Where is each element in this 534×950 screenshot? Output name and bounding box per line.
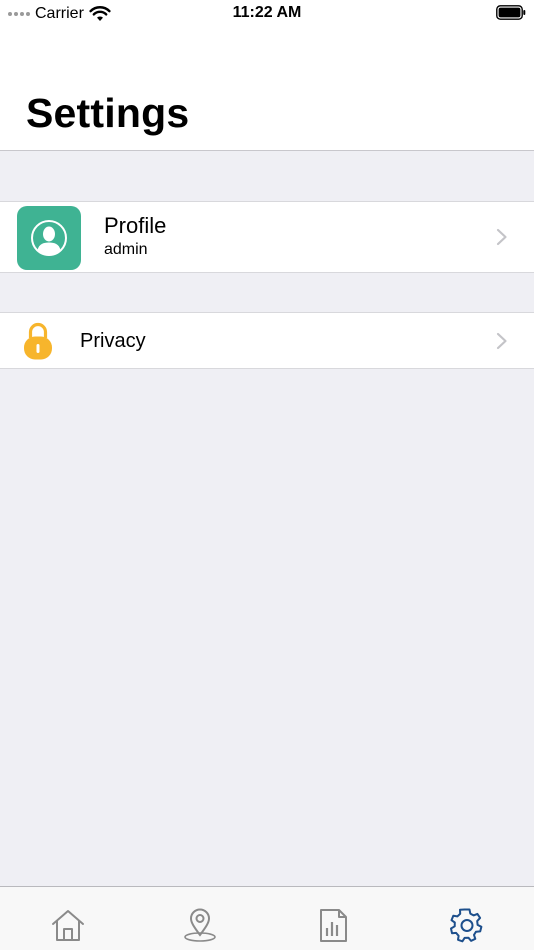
user-icon (31, 220, 67, 256)
tab-reports[interactable] (313, 905, 353, 945)
tab-home[interactable] (48, 905, 88, 945)
battery-icon (496, 5, 526, 20)
map-pin-icon (184, 908, 216, 942)
chevron-right-icon (496, 332, 507, 350)
avatar (17, 206, 81, 270)
tab-bar (0, 886, 534, 950)
privacy-label: Privacy (80, 330, 146, 352)
home-icon (52, 910, 84, 941)
tab-map[interactable] (180, 905, 220, 945)
status-bar: Carrier 11:22 AM (0, 0, 534, 28)
profile-cell[interactable]: Profile admin (0, 201, 534, 273)
profile-username: admin (104, 241, 148, 258)
report-icon (320, 909, 347, 942)
profile-title: Profile (104, 213, 167, 238)
navigation-header: Settings (0, 28, 534, 151)
lock-icon (24, 322, 52, 360)
page-title: Settings (26, 90, 190, 136)
gear-icon (450, 908, 483, 943)
chevron-right-icon (496, 228, 507, 246)
tab-settings[interactable] (447, 905, 487, 945)
privacy-cell[interactable]: Privacy (0, 312, 534, 369)
status-time: 11:22 AM (232, 4, 302, 21)
